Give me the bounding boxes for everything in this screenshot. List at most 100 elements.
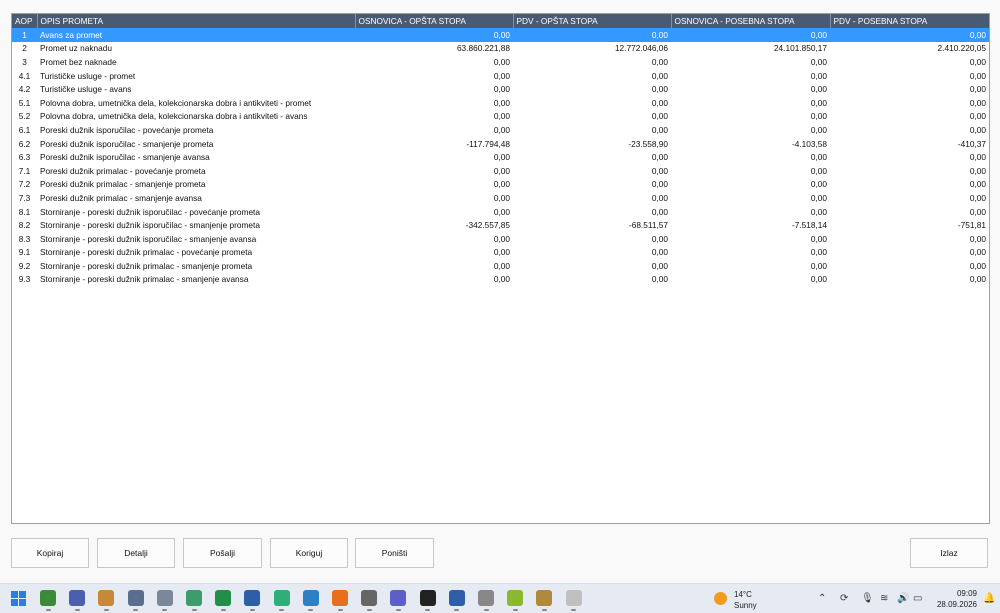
table-row[interactable]: 4.1 Turističke usluge - promet 0,00 0,00 0,0… [12,69,989,83]
table-row[interactable]: 8.3 Storniranje - poreski dužnik isporuči… [12,232,989,246]
browser-icon[interactable] [302,590,319,606]
details-button[interactable]: Detalji [97,538,175,568]
col-header-aop[interactable]: AOP [12,14,38,28]
row-base-general-rate: -342.557,85 [465,220,510,231]
row-vat-general-rate: 0,00 [651,84,668,95]
row-base-general-rate: 0,00 [493,206,510,217]
row-aop: 8.1 [18,206,31,217]
row-base-general-rate: 0,00 [493,111,510,122]
correct-button[interactable]: Koriguj [270,538,348,568]
start-icon[interactable] [11,591,26,606]
running-indicator [162,609,168,611]
app3-icon[interactable] [565,590,582,606]
sun-icon [714,592,727,605]
battery-icon[interactable]: ▭ [913,593,922,604]
row-vat-special-rate: 0,00 [969,274,986,285]
row-vat-special-rate: 0,00 [969,233,986,244]
running-indicator [308,609,314,611]
postgres-icon[interactable] [127,590,144,606]
row-base-general-rate: 0,00 [493,274,510,285]
running-indicator [249,609,255,611]
table-row[interactable]: 6.1 Poreski dužnik isporučilac - povećanj… [12,123,989,137]
row-base-general-rate: 0,00 [493,124,510,135]
row-description: Storniranje - poreski dužnik isporučilac… [40,220,260,231]
table-row[interactable]: 1 Avans za promet 0,00 0,00 0,00 0,00 [12,28,989,42]
sync-icon[interactable]: ⟳ [840,593,848,604]
row-vat-special-rate: 0,00 [969,179,986,190]
network-icon[interactable] [244,590,261,606]
photos-icon[interactable] [186,590,202,606]
table-row[interactable]: 8.2 Storniranje - poreski dužnik isporuči… [12,218,989,232]
github-icon[interactable] [419,590,436,606]
copy-button[interactable]: Kopiraj [11,538,89,568]
col-header-base-special-rate[interactable]: OSNOVICA - POSEBNA STOPA [671,14,831,28]
table-row[interactable]: 3 Promet bez naknade 0,00 0,00 0,00 0,00 [12,55,989,69]
row-vat-special-rate: 0,00 [969,70,986,81]
row-description: Storniranje - poreski dužnik primalac - … [40,260,253,271]
grid-header: AOP OPIS PROMETA OSNOVICA - OPŠTA STOPA … [12,14,989,28]
tools-icon[interactable] [361,590,378,606]
running-indicator [366,609,372,611]
row-base-special-rate: 0,00 [810,165,827,176]
window-icon[interactable] [156,590,173,606]
chat-icon[interactable] [273,590,290,606]
table-row[interactable]: 2 Promet uz naknadu 63.860.221,88 12.772.04… [12,42,989,56]
teams-icon[interactable] [390,590,407,606]
row-vat-special-rate: 0,00 [830,28,989,42]
row-vat-general-rate: 0,00 [651,274,668,285]
app2-icon[interactable] [536,590,553,606]
row-vat-special-rate: 0,00 [969,56,986,67]
exit-button[interactable]: Izlaz [910,538,988,568]
col-header-vat-general-rate[interactable]: PDV - OPŠTA STOPA [513,14,672,28]
col-header-description[interactable]: OPIS PROMETA [37,14,356,28]
document-icon[interactable] [448,590,465,606]
microphone-icon[interactable]: 🎙 [861,593,874,604]
send-button[interactable]: Pošalji [183,538,262,568]
table-row[interactable]: 8.1 Storniranje - poreski dužnik isporuči… [12,205,989,219]
row-base-special-rate: 0,00 [810,192,827,203]
upload-icon[interactable] [507,590,524,606]
save-icon[interactable] [69,590,86,606]
table-row[interactable]: 5.1 Polovna dobra, umetnička dela, kolekc… [12,96,989,110]
table-row[interactable]: 5.2 Polovna dobra, umetnička dela, kolekc… [12,110,989,124]
vat-turnover-grid[interactable]: AOP OPIS PROMETA OSNOVICA - OPŠTA STOPA … [11,13,990,524]
notepad-icon[interactable] [40,590,56,606]
row-base-special-rate: 0,00 [810,274,827,285]
app-icon[interactable] [98,590,115,606]
running-indicator [571,609,577,611]
col-header-base-general-rate[interactable]: OSNOVICA - OPŠTA STOPA [355,14,514,28]
row-aop: 9.2 [18,260,31,271]
notification-icon[interactable]: 🔔 [983,593,995,604]
table-row[interactable]: 9.2 Storniranje - poreski dužnik primalac… [12,259,989,273]
table-row[interactable]: 7.3 Poreski dužnik primalac - smanjenje a… [12,191,989,205]
col-header-vat-special-rate[interactable]: PDV - POSEBNA STOPA [830,14,989,28]
row-base-special-rate: 0,00 [810,260,827,271]
row-base-special-rate: 0,00 [810,233,827,244]
table-row[interactable]: 6.2 Poreski dužnik isporučilac - smanjenj… [12,137,989,151]
excel-icon[interactable] [215,590,232,606]
firefox-icon[interactable] [332,590,348,606]
row-aop: 9.3 [18,274,31,285]
running-indicator [395,609,401,611]
row-description: Storniranje - poreski dužnik primalac - … [40,274,249,285]
phone-icon[interactable] [478,590,494,606]
volume-icon[interactable]: 🔊 [897,593,909,604]
row-vat-general-rate: 12.772.046,06 [614,43,668,54]
table-row[interactable]: 6.3 Poreski dužnik isporučilac - smanjenj… [12,150,989,164]
row-base-special-rate: 0,00 [810,206,827,217]
clock[interactable]: 09:09 28.09.2026 [935,588,977,610]
row-base-general-rate: 0,00 [493,260,510,271]
table-row[interactable]: 7.1 Poreski dužnik primalac - povećanje p… [12,164,989,178]
table-row[interactable]: 9.1 Storniranje - poreski dužnik primalac… [12,246,989,260]
table-row[interactable]: 4.2 Turističke usluge - avans 0,00 0,00 0,00… [12,82,989,96]
running-indicator [220,609,226,611]
row-base-general-rate: 0,00 [493,165,510,176]
cancel-button[interactable]: Poništi [355,538,434,568]
table-row[interactable]: 7.2 Poreski dužnik primalac - smanjenje p… [12,178,989,192]
row-description: Storniranje - poreski dužnik primalac - … [40,247,253,258]
chevron-up-icon[interactable]: ⌃ [818,593,826,604]
row-vat-general-rate: 0,00 [651,124,668,135]
wifi-icon[interactable]: ≋ [880,593,888,604]
row-description: Polovna dobra, umetnička dela, kolekcion… [40,97,312,108]
table-row[interactable]: 9.3 Storniranje - poreski dužnik primalac… [12,273,989,287]
